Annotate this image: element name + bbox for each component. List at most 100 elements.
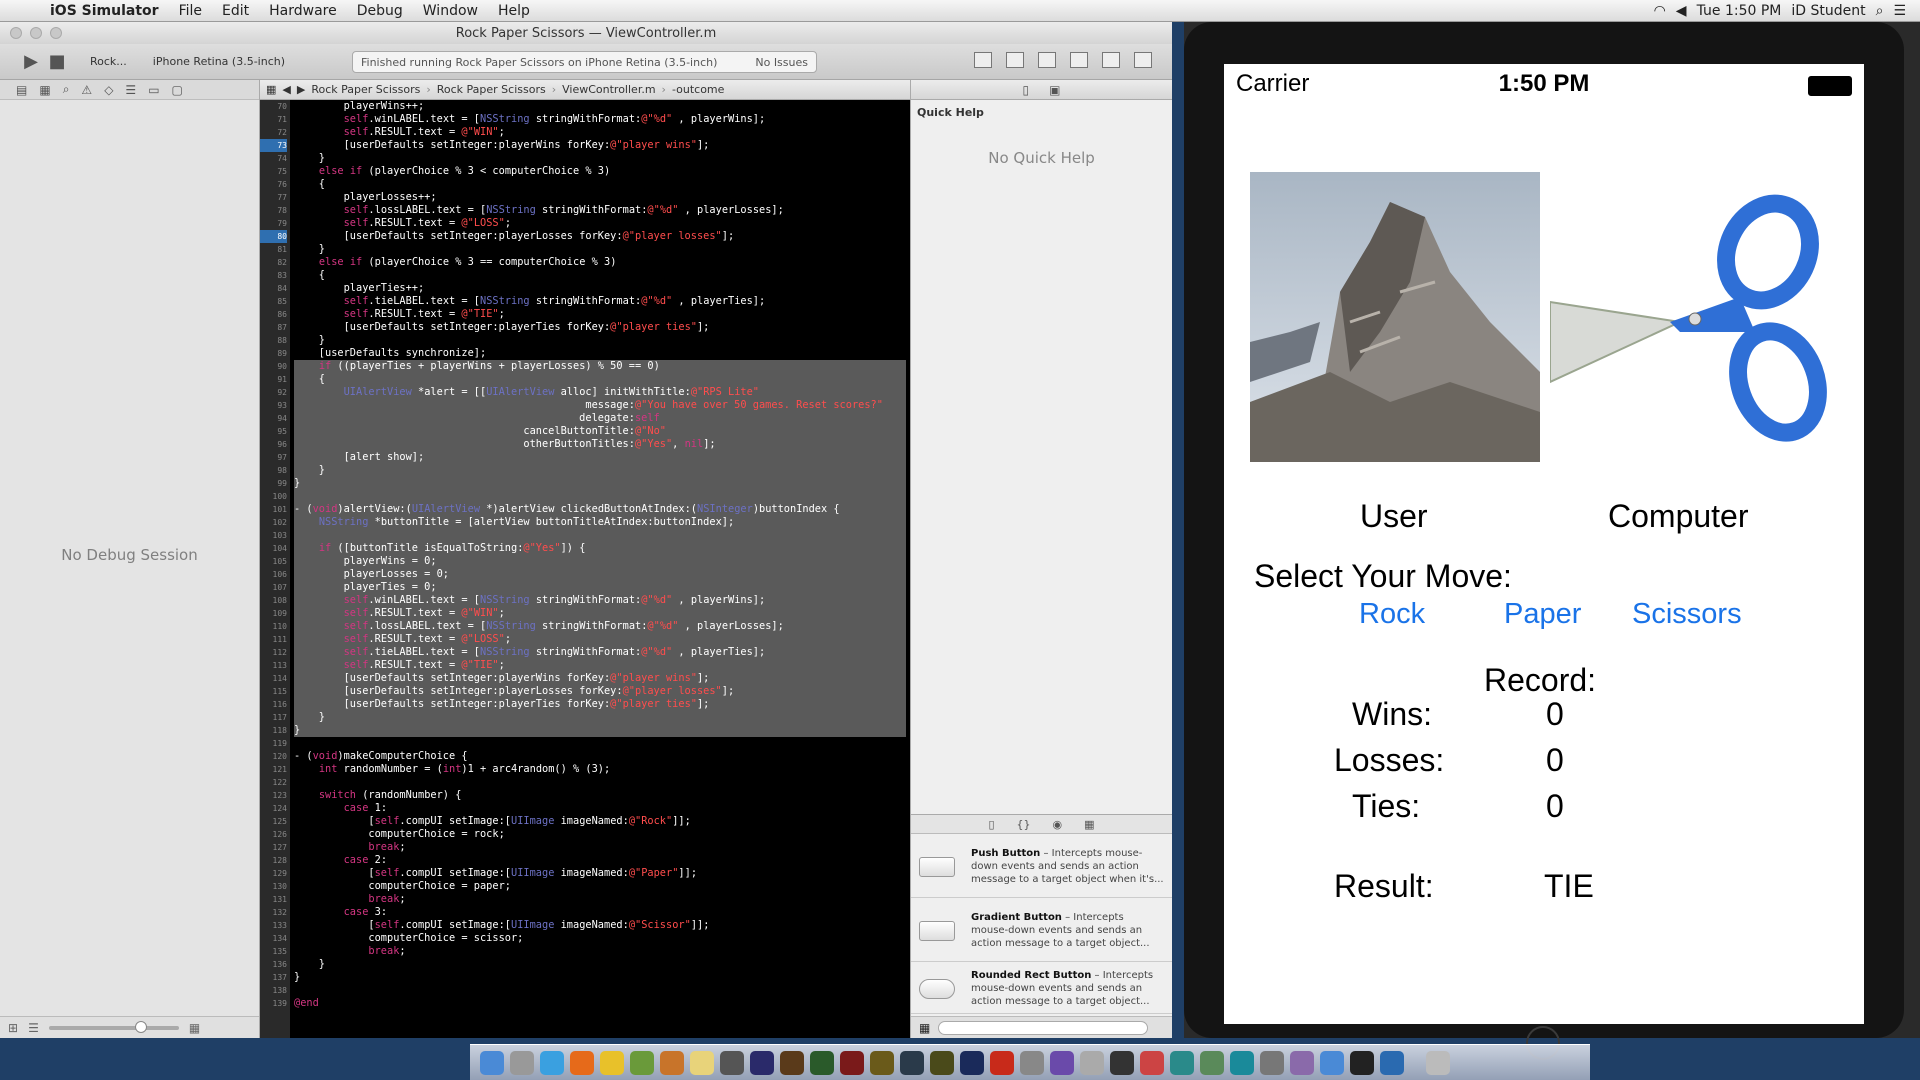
code-line[interactable]: playerTies++; [294,282,906,295]
line-number[interactable]: 123 [260,789,287,802]
code-line[interactable]: { [294,269,906,282]
line-number[interactable]: 100 [260,490,287,503]
line-number[interactable]: 94 [260,412,287,425]
line-number[interactable]: 95 [260,425,287,438]
code-line[interactable]: [self.compUI setImage:[UIImage imageName… [294,867,906,880]
line-number[interactable]: 106 [260,568,287,581]
code-text[interactable]: playerWins++; self.winLABEL.text = [NSSt… [294,100,906,1010]
line-number[interactable]: 75 [260,165,287,178]
code-line[interactable]: break; [294,841,906,854]
notes-icon[interactable] [690,1050,714,1075]
muse-icon[interactable] [930,1050,954,1075]
grid-icon[interactable]: ▦ [189,1021,200,1035]
line-number[interactable]: 77 [260,191,287,204]
code-line[interactable]: NSString *buttonTitle = [alertView butto… [294,516,906,529]
jumpbar-file[interactable]: ViewController.m [562,83,655,96]
toggle-navigator-icon[interactable] [1070,52,1088,68]
menu-window[interactable]: Window [413,3,488,19]
code-line[interactable]: else if (playerChoice % 3 == computerCho… [294,256,906,269]
debug-navigator-icon[interactable]: ☰ [125,83,136,97]
menu-debug[interactable]: Debug [347,3,413,19]
stop-button[interactable]: ■ [44,51,70,72]
filezilla-icon[interactable] [990,1050,1014,1075]
code-line[interactable]: playerLosses++; [294,191,906,204]
line-number[interactable]: 83 [260,269,287,282]
line-number[interactable]: 84 [260,282,287,295]
file-template-library-icon[interactable]: ▯ [988,818,994,831]
wifi-icon[interactable]: ◠ [1654,3,1666,19]
library-filter-field[interactable] [938,1020,1149,1035]
add-icon[interactable]: ⊞ [8,1021,18,1035]
line-number[interactable]: 90 [260,360,287,373]
code-line[interactable]: self.RESULT.text = @"LOSS"; [294,217,906,230]
code-line[interactable]: playerWins = 0; [294,555,906,568]
after-effects-icon[interactable] [750,1050,774,1075]
imovie-icon[interactable] [1050,1050,1074,1075]
chrome-icon[interactable] [600,1050,624,1075]
code-line[interactable]: } [294,334,906,347]
code-line[interactable]: self.winLABEL.text = [NSString stringWit… [294,113,906,126]
line-number[interactable]: 76 [260,178,287,191]
minimize-window-button[interactable] [30,27,42,39]
line-number[interactable]: 118 [260,724,287,737]
code-line[interactable]: [userDefaults setInteger:playerWins forK… [294,139,906,152]
line-number[interactable]: 79 [260,217,287,230]
code-line[interactable]: { [294,373,906,386]
code-line[interactable]: delegate:self [294,412,906,425]
line-number[interactable]: 122 [260,776,287,789]
unity-icon[interactable] [1110,1050,1134,1075]
line-number[interactable]: 130 [260,880,287,893]
code-line[interactable]: computerChoice = scissor; [294,932,906,945]
line-number[interactable]: 121 [260,763,287,776]
line-number[interactable]: 108 [260,594,287,607]
app-icon[interactable] [720,1050,744,1075]
line-number[interactable]: 85 [260,295,287,308]
code-line[interactable]: self.tieLABEL.text = [NSString stringWit… [294,646,906,659]
code-line[interactable]: self.RESULT.text = @"LOSS"; [294,633,906,646]
code-line[interactable]: self.lossLABEL.text = [NSString stringWi… [294,620,906,633]
code-line[interactable]: [userDefaults setInteger:playerTies forK… [294,321,906,334]
list-icon[interactable]: ☰ [28,1021,39,1035]
line-number[interactable]: 70 [260,100,287,113]
line-number[interactable]: 78 [260,204,287,217]
code-line[interactable]: message:@"You have over 50 games. Reset … [294,399,906,412]
code-line[interactable]: self.RESULT.text = @"TIE"; [294,308,906,321]
flash-icon[interactable] [840,1050,864,1075]
line-number[interactable]: 131 [260,893,287,906]
arduino-icon[interactable] [1230,1050,1254,1075]
standard-editor-icon[interactable] [974,52,992,68]
lightroom-icon[interactable] [900,1050,924,1075]
line-number[interactable]: 111 [260,633,287,646]
zoom-window-button[interactable] [50,27,62,39]
find-navigator-icon[interactable]: ⌕ [63,82,70,97]
trash-icon[interactable] [1426,1050,1450,1075]
code-line[interactable]: [self.compUI setImage:[UIImage imageName… [294,815,906,828]
line-number[interactable]: 134 [260,932,287,945]
dreamweaver-icon[interactable] [810,1050,834,1075]
code-line[interactable]: } [294,477,906,490]
fireworks-icon[interactable] [870,1050,894,1075]
run-button[interactable]: ▶ [18,51,44,72]
line-number[interactable]: 132 [260,906,287,919]
illustrator-icon[interactable] [780,1050,804,1075]
code-line[interactable]: } [294,243,906,256]
log-navigator-icon[interactable]: ▢ [172,83,183,97]
line-number[interactable]: 91 [260,373,287,386]
line-number[interactable]: 129 [260,867,287,880]
code-line[interactable]: - (void)makeComputerChoice { [294,750,906,763]
code-snippet-library-icon[interactable]: {} [1017,818,1031,831]
code-line[interactable]: } [294,152,906,165]
app-icon[interactable] [660,1050,684,1075]
menu-hardware[interactable]: Hardware [259,3,347,19]
line-number[interactable]: 80 [260,230,287,243]
code-line[interactable] [294,984,906,997]
file-inspector-icon[interactable]: ▯ [1023,83,1030,97]
line-number[interactable]: 102 [260,516,287,529]
firefox-icon[interactable] [570,1050,594,1075]
menu-help[interactable]: Help [488,3,540,19]
toggle-debug-area-icon[interactable] [1102,52,1120,68]
test-navigator-icon[interactable]: ◇ [104,83,113,97]
line-number[interactable]: 71 [260,113,287,126]
menu-edit[interactable]: Edit [212,3,259,19]
issue-navigator-icon[interactable]: ⚠ [81,83,92,97]
